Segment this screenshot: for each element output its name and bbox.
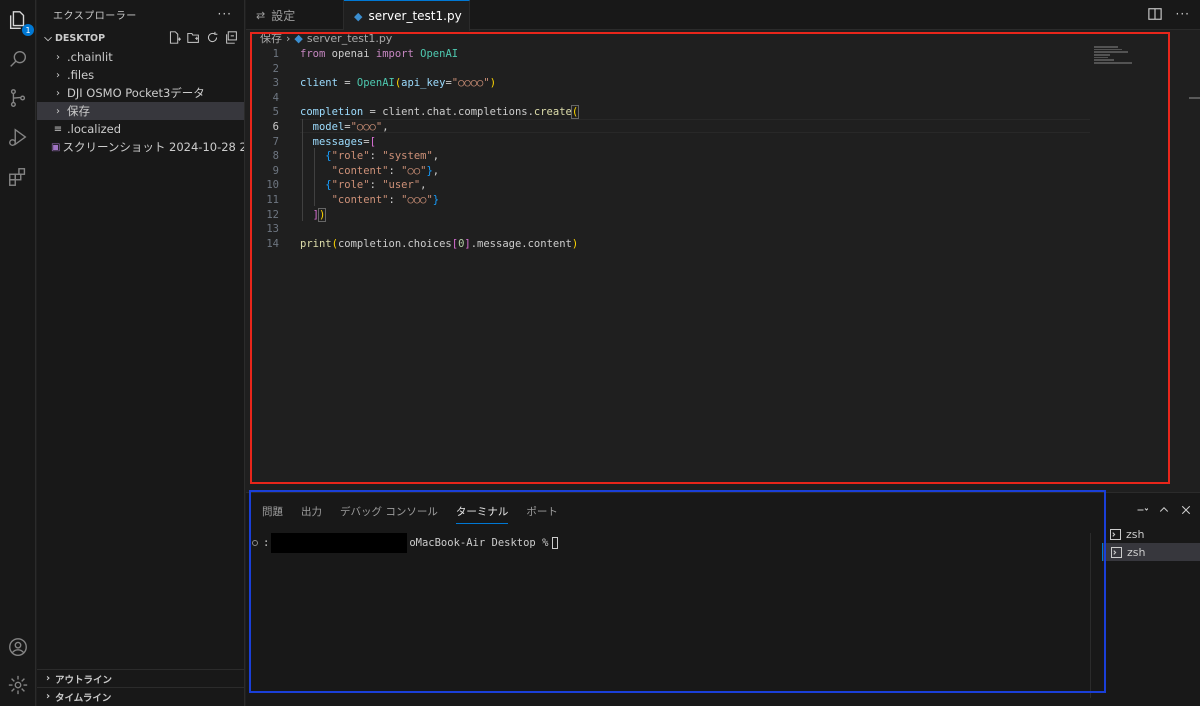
more-actions-icon[interactable]: ···: [1176, 7, 1190, 24]
collapse-all-icon[interactable]: [224, 30, 238, 44]
tab-label: server_test1.py: [368, 9, 462, 23]
tab-ports[interactable]: ポート: [526, 504, 558, 524]
new-terminal-dropdown-icon[interactable]: [1136, 504, 1149, 519]
source-control-icon[interactable]: [6, 86, 30, 110]
code-line: 12 ]): [266, 207, 327, 222]
tree-item-files[interactable]: › .files: [37, 66, 244, 84]
tab-label: 設定: [271, 8, 296, 23]
split-editor-icon[interactable]: [1147, 7, 1162, 24]
terminal-prompt: oMacBook-Air Desktop %: [409, 537, 549, 549]
tree-item-label: 保存: [67, 104, 90, 118]
tree-item-chainlit[interactable]: › .chainlit: [37, 48, 244, 66]
scrollbar-marker[interactable]: [1189, 97, 1200, 99]
tree-item-label: .localized: [67, 122, 122, 136]
prompt-prefix: :: [263, 537, 270, 549]
chevron-down-icon: ⌵: [44, 32, 52, 44]
tree-item-label: スクリーンショット 2024-10-28 21...: [62, 140, 244, 154]
tree-item-label: DJI OSMO Pocket3データ: [67, 86, 205, 100]
code-line: 13: [266, 223, 279, 236]
tab-settings[interactable]: ⇄ 設定: [246, 0, 344, 30]
file-lines-icon: ≡: [53, 123, 63, 135]
manage-gear-icon[interactable]: [6, 673, 30, 697]
python-icon: ◆: [294, 31, 303, 45]
activity-bar: 1: [0, 0, 36, 706]
tab-problems[interactable]: 問題: [262, 504, 283, 524]
command-decoration-icon: [252, 540, 258, 546]
chevron-up-icon[interactable]: [1158, 504, 1170, 519]
sidebar-title: エクスプローラー: [53, 10, 137, 22]
code-line: 10 {"role": "user",: [266, 179, 427, 192]
tree-item-label: .chainlit: [67, 50, 113, 64]
terminal-item-active[interactable]: zsh: [1102, 543, 1200, 561]
tree-item-label: .files: [67, 68, 95, 82]
extensions-icon[interactable]: [6, 165, 30, 189]
new-file-icon[interactable]: [167, 30, 181, 44]
run-debug-icon[interactable]: [6, 125, 30, 149]
terminal-output[interactable]: : oMacBook-Air Desktop %: [252, 533, 559, 553]
timeline-label: タイムライン: [55, 692, 112, 704]
code-line: 2: [272, 62, 279, 75]
code-editor[interactable]: 1 from openai import OpenAI 2 3 client = O…: [246, 45, 1200, 485]
redacted-username: [271, 533, 408, 553]
more-actions-icon[interactable]: ···: [218, 7, 232, 21]
tree-item-screenshot[interactable]: ▣スクリーンショット 2024-10-28 21...: [37, 138, 244, 156]
chevron-right-icon: ›: [286, 31, 291, 45]
terminal-icon: [1110, 528, 1121, 540]
refresh-icon[interactable]: [205, 30, 219, 44]
code-line: 3 client = OpenAI(api_key="○○○○"): [272, 77, 497, 90]
terminal-label: zsh: [1126, 527, 1145, 541]
panel-divider: [1090, 533, 1091, 698]
tree-item-hozon[interactable]: › 保存: [37, 102, 244, 120]
code-line: 9 "content": "○○"},: [272, 164, 440, 177]
chevron-right-icon: ›: [56, 87, 60, 99]
panel-tabs: 問題 出力 デバッグ コンソール ターミナル ポート: [262, 504, 558, 524]
python-icon: ◆: [354, 9, 363, 23]
chevron-right-icon: ›: [45, 673, 51, 684]
tab-terminal[interactable]: ターミナル: [455, 504, 509, 524]
code-line-current: 6 model="○○○",: [272, 121, 389, 133]
terminal-list: zsh zsh: [1102, 525, 1200, 561]
chevron-right-icon: ›: [56, 51, 60, 63]
code-line: 5 completion = client.chat.completions.cr…: [272, 105, 580, 120]
terminal-label: zsh: [1127, 545, 1146, 559]
explorer-icon[interactable]: 1: [6, 8, 34, 36]
tab-server-test1[interactable]: ◆ server_test1.py: [344, 0, 470, 31]
chevron-right-icon: ›: [56, 69, 60, 81]
desktop-section-header[interactable]: ⌵ DESKTOP: [37, 28, 244, 48]
outline-label: アウトライン: [55, 674, 113, 686]
outline-section[interactable]: › アウトライン: [37, 669, 245, 687]
tree-item-dji[interactable]: › DJI OSMO Pocket3データ: [37, 84, 244, 102]
sidebar-header: エクスプローラー ···: [37, 0, 244, 28]
terminal-icon: [1111, 546, 1122, 558]
close-icon[interactable]: [1180, 504, 1192, 519]
explorer-sidebar: エクスプローラー ··· ⌵ DESKTOP › .chainlit › .file…: [37, 0, 245, 706]
tab-output[interactable]: 出力: [301, 504, 322, 524]
search-icon[interactable]: [6, 47, 30, 71]
breadcrumb: 保存 › ◆ server_test1.py: [260, 30, 392, 46]
terminal-cursor: [552, 537, 559, 549]
settings-icon: ⇄: [256, 8, 266, 22]
timeline-section[interactable]: › タイムライン: [37, 687, 245, 705]
section-label: DESKTOP: [55, 32, 106, 44]
breadcrumb-file[interactable]: server_test1.py: [307, 32, 392, 45]
minimap[interactable]: [1094, 46, 1134, 70]
terminal-item[interactable]: zsh: [1102, 525, 1200, 543]
chevron-right-icon: ›: [56, 105, 60, 117]
bottom-panel: 問題 出力 デバッグ コンソール ターミナル ポート : oMacBook-Ai…: [246, 492, 1200, 706]
account-icon[interactable]: [6, 635, 30, 659]
tab-debug-console[interactable]: デバッグ コンソール: [340, 504, 438, 524]
code-line: 7 messages=[: [272, 135, 376, 148]
explorer-badge: 1: [22, 24, 34, 36]
editor-tab-bar: ⇄ 設定 ◆ server_test1.py ···: [246, 0, 1200, 31]
chevron-right-icon: ›: [45, 691, 51, 702]
breadcrumb-folder[interactable]: 保存: [260, 30, 282, 46]
code-line: 8 {"role": "system",: [272, 150, 440, 163]
code-line: 1 from openai import OpenAI: [272, 48, 459, 60]
tree-item-localized[interactable]: ≡ .localized: [37, 120, 244, 138]
image-file-icon: ▣: [51, 141, 61, 153]
code-line: 14 print(completion.choices[0].message.co…: [266, 237, 579, 250]
code-line: 11 "content": "○○○"}: [266, 194, 440, 206]
new-folder-icon[interactable]: [186, 30, 200, 44]
code-line: 4: [272, 91, 279, 104]
